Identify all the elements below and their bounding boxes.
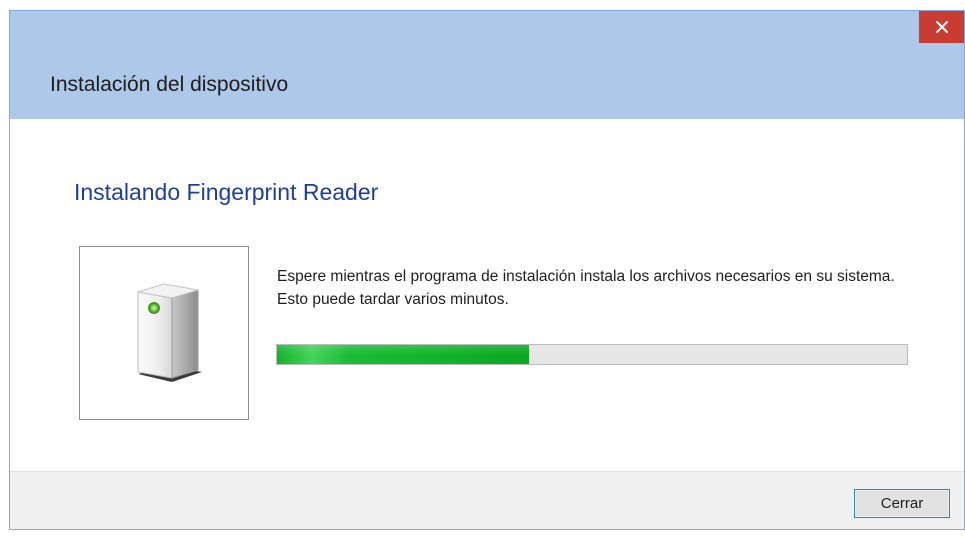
close-button[interactable]: Cerrar: [854, 489, 950, 518]
dialog-footer: Cerrar: [10, 471, 964, 529]
device-tower-icon: [137, 283, 202, 382]
title-bar[interactable]: Instalación del dispositivo: [10, 11, 964, 119]
install-progress-bar: [276, 344, 908, 365]
device-image-frame: [79, 246, 249, 420]
installer-dialog: Instalación del dispositivo Instalando F…: [9, 10, 965, 530]
content-area: Instalando Fingerprint Reader Espere mie…: [10, 119, 964, 471]
close-window-button[interactable]: [919, 11, 964, 43]
page-heading: Instalando Fingerprint Reader: [74, 179, 379, 205]
close-icon: [935, 21, 948, 33]
progress-fill: [277, 345, 529, 364]
install-message: Espere mientras el programa de instalaci…: [277, 268, 895, 308]
window-title: Instalación del dispositivo: [50, 73, 289, 96]
